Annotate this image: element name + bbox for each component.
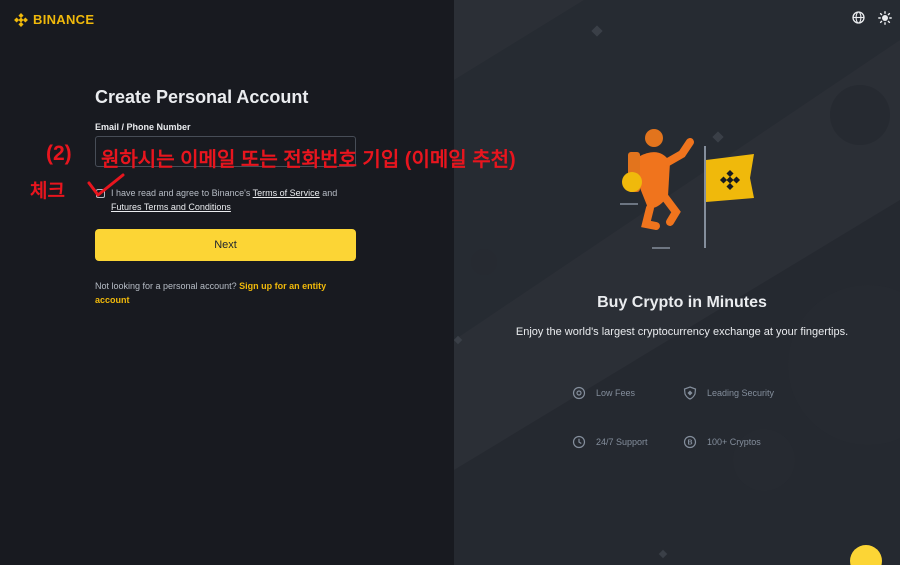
email-label: Email / Phone Number [95,122,191,132]
feature-label: Low Fees [596,388,636,398]
feature-label: 100+ Cryptos [707,437,761,447]
shield-icon [683,386,697,400]
feature-cryptos: B 100+ Cryptos [683,435,761,449]
terms-agreement-text: I have read and agree to Binance's Terms… [111,186,361,214]
agree-and: and [319,188,338,198]
annotation-check-label: 체크 [30,181,65,202]
clock-icon [572,435,586,449]
feature-support: 24/7 Support [572,435,648,449]
entity-signup-text: Not looking for a personal account? Sign… [95,279,355,307]
promo-subtitle: Enjoy the world's largest cryptocurrency… [515,326,849,338]
entity-prefix: Not looking for a personal account? [95,281,240,291]
annotation-step-number: (2) [46,142,72,165]
agree-prefix: I have read and agree to Binance's [111,188,253,198]
promo-background-decoration [454,0,900,565]
svg-text:B: B [687,440,692,447]
annotation-checkmark-icon [87,173,125,197]
promo-title: Buy Crypto in Minutes [597,294,767,311]
binance-logo-icon [14,12,28,27]
next-button[interactable]: Next [95,229,356,261]
brand-logo[interactable]: BINANCE [14,12,94,27]
feature-label: 24/7 Support [596,437,648,447]
feature-label: Leading Security [707,388,775,398]
terms-of-service-link[interactable]: Terms of Service [253,188,320,198]
low-fees-icon [572,386,586,400]
feature-security: Leading Security [683,386,774,400]
annotation-instruction: 원하시는 이메일 또는 전화번호 기입 (이메일 추천) [101,149,516,171]
brand-name: BINANCE [33,12,95,27]
theme-toggle-icon[interactable] [878,11,892,25]
crypto-coin-icon: B [683,435,697,449]
globe-icon[interactable] [852,11,865,24]
promo-panel [454,0,900,565]
feature-low-fees: Low Fees [572,386,635,400]
futures-terms-link[interactable]: Futures Terms and Conditions [111,202,231,212]
astronaut-flag-illustration [620,129,754,249]
page-title: Create Personal Account [95,87,309,107]
